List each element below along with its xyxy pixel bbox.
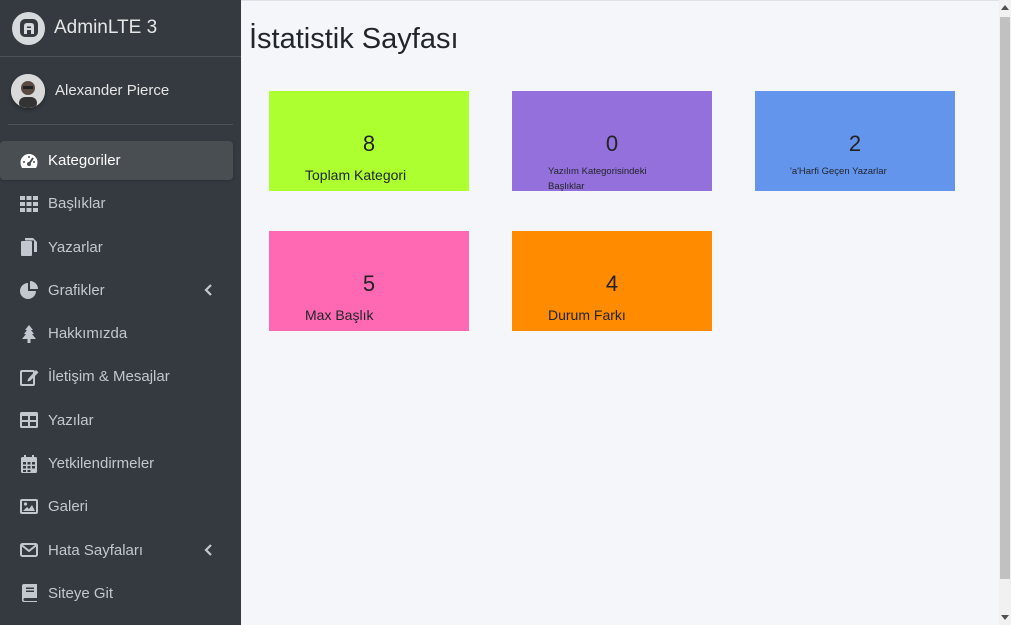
scroll-thumb[interactable] <box>1000 17 1010 579</box>
scroll-down-arrow-icon[interactable] <box>1001 615 1009 620</box>
edit-icon <box>18 366 40 388</box>
envelope-icon <box>18 539 40 561</box>
stat-card-max-baslik[interactable]: 5 Max Başlık <box>269 231 469 331</box>
sidebar-item-label: Siteye Git <box>48 584 114 602</box>
calendar-icon <box>18 453 40 475</box>
sidebar-item-grafikler[interactable]: Grafikler <box>0 271 233 310</box>
stat-card-yazilim-basliklar[interactable]: 0 Yazılım Kategorisindeki Başlıklar <box>512 91 712 192</box>
tree-icon <box>18 323 40 345</box>
sidebar-item-yazarlar[interactable]: Yazarlar <box>0 228 233 267</box>
sidebar-item-label: Başlıklar <box>48 195 106 213</box>
chevron-left-icon[interactable] <box>201 282 217 298</box>
sidebar-item-label: Yazılar <box>48 411 94 429</box>
sidebar-item-hakkimizda[interactable]: Hakkımızda <box>0 314 233 353</box>
sidebar-item-label: Hata Sayfaları <box>48 541 144 559</box>
chevron-left-icon[interactable] <box>201 542 217 558</box>
stat-label: Durum Farkı <box>548 307 626 323</box>
stat-card-a-harfi-yazarlar[interactable]: 2 'a'Harfi Geçen Yazarlar <box>755 91 955 191</box>
avatar <box>11 73 45 108</box>
stat-value: 2 <box>848 131 862 156</box>
stat-value: 0 <box>605 131 619 156</box>
sidebar-item-hata-sayfalari[interactable]: Hata Sayfaları <box>0 531 233 570</box>
pie-chart-icon <box>18 279 40 301</box>
sidebar-item-label: Galeri <box>48 498 89 516</box>
tachometer-icon <box>18 150 40 172</box>
sidebar-item-siteye-git[interactable]: Siteye Git <box>0 574 233 613</box>
sidebar-item-label: Kategoriler <box>48 152 121 169</box>
adminlte-logo-icon <box>12 11 45 45</box>
vertical-scrollbar[interactable] <box>999 0 1011 625</box>
sidebar-nav: Kategoriler Başlıklar Yazarlar Grafikler <box>0 125 241 613</box>
grid-icon <box>18 193 40 215</box>
stat-card-durum-farki[interactable]: 4 Durum Farkı <box>512 231 712 331</box>
sidebar-item-label: Grafikler <box>48 281 105 299</box>
sidebar-item-yazilar[interactable]: Yazılar <box>0 401 233 440</box>
sidebar: AdminLTE 3 Alexander Pierce Kategoriler … <box>0 0 241 625</box>
book-icon <box>18 582 40 604</box>
brand-title: AdminLTE 3 <box>54 17 158 38</box>
sidebar-item-label: Yazarlar <box>48 238 103 256</box>
brand-link[interactable]: AdminLTE 3 <box>0 0 241 57</box>
sidebar-item-galeri[interactable]: Galeri <box>0 487 233 526</box>
stat-value: 8 <box>362 131 376 156</box>
content-wrapper: İstatistik Sayfası 8 Toplam Kategori 0 Y… <box>241 0 999 625</box>
user-name: Alexander Pierce <box>55 82 170 99</box>
stat-value: 4 <box>605 271 619 296</box>
user-panel[interactable]: Alexander Pierce <box>8 57 233 125</box>
stat-value: 5 <box>362 271 376 296</box>
sidebar-item-kategoriler[interactable]: Kategoriler <box>0 141 233 180</box>
scroll-up-arrow-icon[interactable] <box>1001 5 1009 10</box>
sidebar-item-label: İletişim & Mesajlar <box>48 368 170 386</box>
stat-card-toplam-kategori[interactable]: 8 Toplam Kategori <box>269 91 469 191</box>
stat-label: Toplam Kategori <box>305 167 407 183</box>
sidebar-item-label: Hakkımızda <box>48 325 128 343</box>
image-icon <box>18 496 40 518</box>
sidebar-item-label: Yetkilendirmeler <box>48 455 155 473</box>
sidebar-item-basliklar[interactable]: Başlıklar <box>0 184 233 223</box>
table-icon <box>18 409 40 431</box>
sidebar-item-yetkilendirmeler[interactable]: Yetkilendirmeler <box>0 444 233 483</box>
page-title: İstatistik Sayfası <box>249 23 459 55</box>
stat-label: 'a'Harfi Geçen Yazarlar <box>790 166 887 177</box>
stat-label: Yazılım Kategorisindeki Başlıklar <box>548 166 647 192</box>
copy-icon <box>18 236 40 258</box>
stat-label: Max Başlık <box>305 307 374 323</box>
sidebar-item-iletisim[interactable]: İletişim & Mesajlar <box>0 357 233 396</box>
